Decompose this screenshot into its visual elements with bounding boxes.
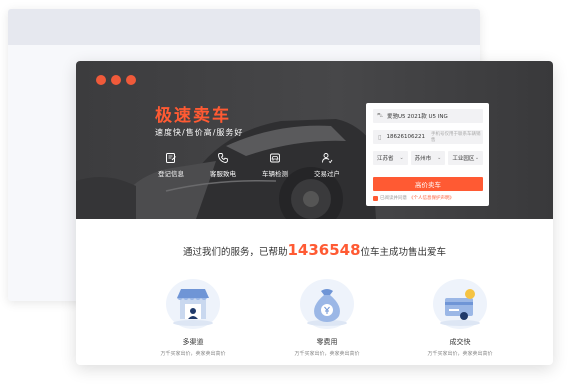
minimize-dot[interactable] — [111, 75, 121, 85]
benefit-zero-fee: 零费用 万千买家出价，卖家卖出高价 — [282, 274, 372, 357]
district-select[interactable]: 工业园区 ⌄ — [448, 151, 484, 165]
benefit-list: 多渠道 万千买家出价，卖家卖出高价 零费用 万千买家出价，卖家卖出高价 成交快 … — [76, 274, 553, 365]
window-controls — [96, 75, 136, 85]
district-value: 工业园区 — [452, 156, 475, 162]
feature-list: 登记信息 客服致电 车辆检测 交易过户 — [148, 152, 358, 182]
service-stats: 通过我们的服务，已帮助1436548位车主成功售出爱车 — [76, 241, 553, 259]
register-icon — [166, 153, 176, 163]
province-select[interactable]: 江苏省 ⌄ — [373, 151, 408, 165]
phone-hint: 手机号仅用于联系车辆销售 — [430, 132, 481, 143]
privacy-link[interactable]: 《个人信息保护声明》 — [409, 195, 454, 201]
hero-title: 极速卖车 — [155, 106, 231, 126]
city-select[interactable]: 苏州市 ⌄ — [410, 151, 446, 165]
benefit-title: 多渠道 — [182, 338, 204, 346]
phone-field-icon: ▯ — [378, 133, 382, 141]
close-dot[interactable] — [96, 75, 106, 85]
browser-window: 极速卖车 速度快/售价高/服务好 登记信息 客服致电 车辆检测 交易过户 ⛍ 爱… — [76, 61, 553, 365]
benefit-desc: 万千买家出价，卖家卖出高价 — [294, 351, 360, 357]
money-bag-icon — [300, 279, 354, 329]
feature-label: 登记信息 — [158, 170, 184, 178]
hero-subtitle: 速度快/售价高/服务好 — [155, 128, 244, 137]
store-icon — [166, 279, 220, 329]
feature-label: 客服致电 — [210, 170, 236, 178]
sell-car-form: ⛍ 爱驰U5 2021款 U5 ING ▯ 18626106221 手机号仅用于… — [366, 103, 489, 206]
stats-prefix: 通过我们的服务，已帮助 — [182, 247, 288, 258]
phone-field[interactable]: ▯ 18626106221 手机号仅用于联系车辆销售 — [373, 130, 483, 144]
hero-banner: 极速卖车 速度快/售价高/服务好 登记信息 客服致电 车辆检测 交易过户 ⛍ 爱… — [76, 61, 553, 219]
car-icon: ⛍ — [376, 112, 384, 119]
chevron-down-icon: ⌄ — [474, 155, 480, 161]
chevron-down-icon: ⌄ — [399, 155, 404, 161]
feature-register: 登记信息 — [148, 152, 194, 178]
benefit-title: 零费用 — [316, 338, 338, 346]
feature-inspection: 车辆检测 — [252, 152, 298, 178]
benefit-fast-deal: 成交快 万千买家出价，卖家卖出高价 — [415, 274, 505, 357]
benefit-channels: 多渠道 万千买家出价，卖家卖出高价 — [148, 274, 238, 357]
phone-icon — [218, 153, 228, 163]
region-selects: 江苏省 ⌄ 苏州市 ⌄ 工业园区 ⌄ — [373, 151, 484, 165]
feature-transfer: 交易过户 — [304, 152, 350, 178]
car-model-value: 爱驰U5 2021款 U5 ING — [387, 114, 448, 120]
feature-label: 车辆检测 — [262, 170, 288, 178]
maximize-dot[interactable] — [126, 75, 136, 85]
car-inspection-icon — [270, 153, 280, 163]
benefit-desc: 万千买家出价，卖家卖出高价 — [427, 351, 493, 357]
phone-value: 18626106221 — [386, 134, 425, 140]
stats-count: 1436548 — [287, 241, 361, 259]
car-model-field[interactable]: ⛍ 爱驰U5 2021款 U5 ING — [373, 109, 483, 123]
card-icon — [433, 279, 487, 329]
benefit-title: 成交快 — [449, 338, 471, 346]
agreement-row: 已阅读并同意 《个人信息保护声明》 — [373, 195, 454, 201]
stats-suffix: 位车主成功售出爱车 — [360, 247, 447, 258]
benefit-desc: 万千买家出价，卖家卖出高价 — [160, 351, 226, 357]
background-window-titlebar — [8, 9, 480, 45]
feature-label: 交易过户 — [314, 170, 340, 178]
transfer-icon — [322, 153, 333, 164]
city-value: 苏州市 — [414, 156, 432, 162]
province-value: 江苏省 — [377, 156, 394, 162]
agree-checkbox[interactable] — [373, 195, 378, 201]
sell-car-button[interactable]: 高价卖车 — [373, 177, 483, 191]
feature-phone: 客服致电 — [200, 152, 246, 178]
chevron-down-icon: ⌄ — [437, 155, 442, 161]
agree-text: 已阅读并同意 — [380, 196, 407, 201]
